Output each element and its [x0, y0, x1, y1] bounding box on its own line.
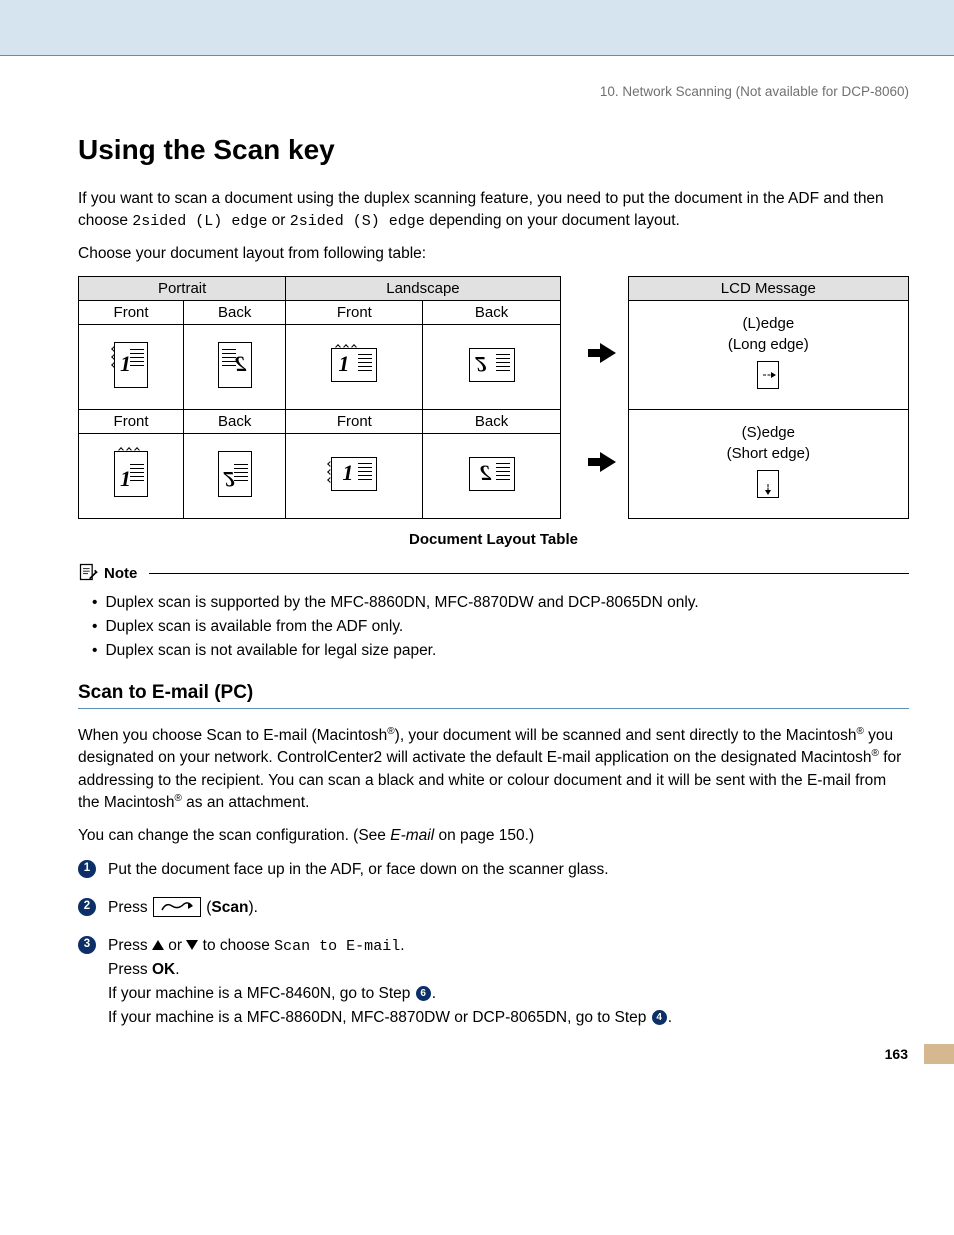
intro-text-2: depending on your document layout.: [425, 212, 680, 229]
cell-back: Back: [423, 300, 560, 324]
cell-front: Front: [286, 409, 423, 433]
arrow-icon: [588, 300, 628, 409]
th-portrait: Portrait: [79, 276, 286, 300]
note-heading: Note: [78, 562, 909, 586]
cell-back: Back: [184, 409, 286, 433]
page-edge-tab: [924, 1044, 954, 1064]
step-ref-6: 6: [416, 986, 431, 1001]
intro-line-2: Choose your document layout from followi…: [78, 243, 909, 265]
intro-text-mid: or: [267, 212, 289, 229]
step-2: 2 Press (Scan).: [78, 896, 909, 920]
step-number-3: 3: [78, 936, 96, 954]
scan-email-paragraph: When you choose Scan to E-mail (Macintos…: [78, 725, 909, 815]
page-title: Using the Scan key: [78, 134, 909, 166]
note-list: Duplex scan is supported by the MFC-8860…: [92, 594, 909, 660]
spacer: [588, 276, 628, 300]
short-edge-icon: [757, 470, 779, 498]
landscape-back-2: 2: [423, 433, 560, 518]
step-2-text: Press (Scan).: [108, 896, 258, 920]
steps-list: 1 Put the document face up in the ADF, o…: [78, 858, 909, 1030]
registered-mark: ®: [387, 726, 394, 737]
cell-front: Front: [286, 300, 423, 324]
step-ref-4: 4: [652, 1010, 667, 1025]
down-arrow-icon: [186, 940, 198, 950]
note-item: Duplex scan is not available for legal s…: [92, 642, 909, 660]
portrait-front-2: 1: [79, 433, 184, 518]
up-arrow-icon: [152, 940, 164, 950]
ok-label: OK: [152, 961, 175, 978]
chapter-breadcrumb: 10. Network Scanning (Not available for …: [78, 84, 909, 99]
step-number-2: 2: [78, 898, 96, 916]
cell-front: Front: [79, 300, 184, 324]
step-1: 1 Put the document face up in the ADF, o…: [78, 858, 909, 882]
config-paragraph: You can change the scan configuration. (…: [78, 825, 909, 847]
note-item: Duplex scan is supported by the MFC-8860…: [92, 594, 909, 612]
page-content: 10. Network Scanning (Not available for …: [0, 55, 954, 1074]
cell-front: Front: [79, 409, 184, 433]
portrait-back-1: 2: [184, 324, 286, 409]
landscape-back-1: 2: [423, 324, 560, 409]
note-item: Duplex scan is available from the ADF on…: [92, 618, 909, 636]
long-edge-icon: [757, 361, 779, 389]
step-1-text: Put the document face up in the ADF, or …: [108, 858, 609, 882]
th-landscape: Landscape: [286, 276, 560, 300]
step-3: 3 Press or to choose Scan to E-mail. Pre…: [78, 934, 909, 1030]
page-number: 163: [885, 1046, 908, 1062]
portrait-front-1: 1: [79, 324, 184, 409]
registered-mark: ®: [856, 726, 863, 737]
code-2sided-s: 2sided (S) edge: [290, 213, 425, 230]
scan-label: Scan: [211, 899, 248, 916]
lcd-short-edge: (S)edge (Short edge): [628, 409, 908, 518]
section-heading: Scan to E-mail (PC): [78, 682, 909, 709]
cell-back: Back: [184, 300, 286, 324]
intro-paragraph: If you want to scan a document using the…: [78, 188, 909, 233]
spacer: [560, 276, 588, 300]
code-2sided-l: 2sided (L) edge: [132, 213, 267, 230]
table-caption: Document Layout Table: [78, 531, 909, 548]
landscape-front-1: 1: [286, 324, 423, 409]
scan-button-icon: [153, 897, 201, 917]
top-decorative-band: [0, 0, 954, 55]
step-3-text: Press or to choose Scan to E-mail. Press…: [108, 934, 672, 1030]
email-link-text: E-mail: [390, 827, 434, 844]
arrow-icon: [588, 409, 628, 518]
registered-mark: ®: [175, 793, 182, 804]
registered-mark: ®: [872, 748, 879, 759]
lcd-long-edge: (L)edge (Long edge): [628, 300, 908, 409]
note-icon: [78, 562, 98, 586]
step-number-1: 1: [78, 860, 96, 878]
note-rule: [149, 573, 909, 574]
portrait-back-2: 2: [184, 433, 286, 518]
document-layout-table: Portrait Landscape LCD Message Front Bac…: [78, 276, 909, 519]
cell-back: Back: [423, 409, 560, 433]
note-label: Note: [104, 565, 137, 582]
landscape-front-2: 1: [286, 433, 423, 518]
scan-to-email-code: Scan to E-mail: [274, 938, 400, 955]
th-lcd: LCD Message: [628, 276, 908, 300]
